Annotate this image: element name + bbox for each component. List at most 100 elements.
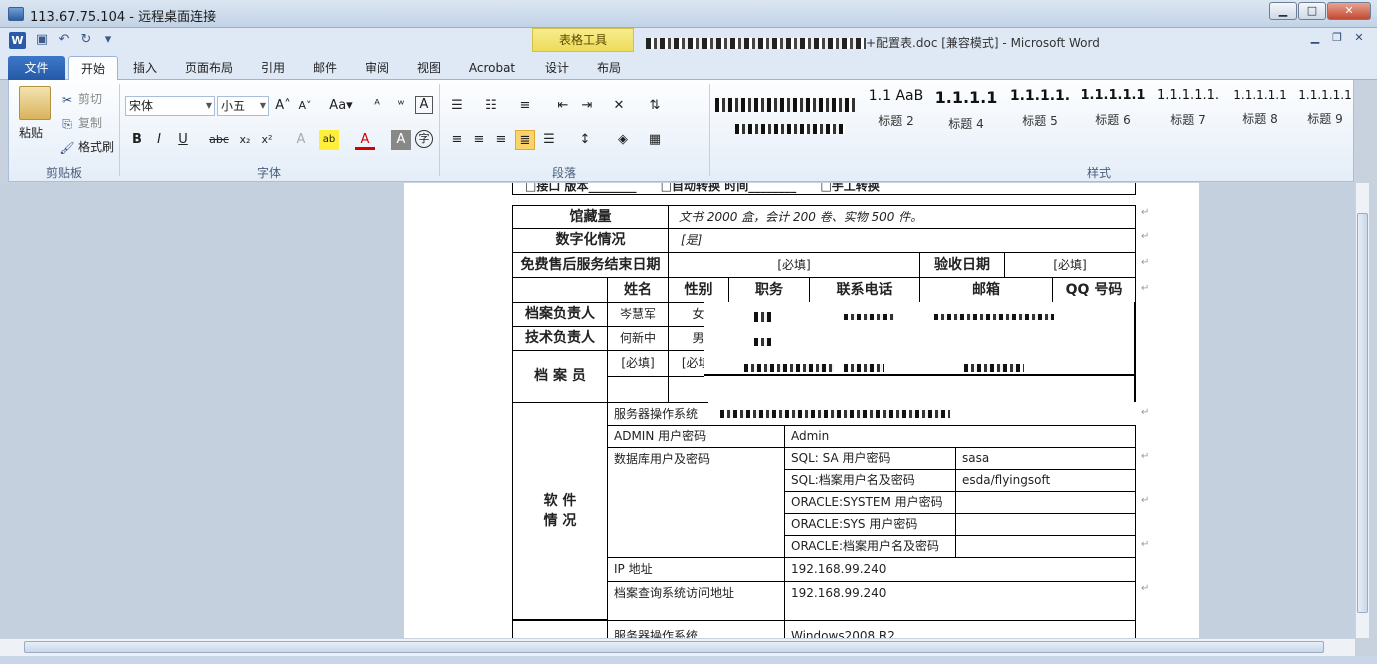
style-heading-7[interactable]: 1.1.1.1.1. 标题 7 (1151, 88, 1225, 128)
aftersales-value[interactable]: [必填] (668, 252, 920, 278)
word-logo-icon[interactable]: W (9, 32, 26, 49)
horizontal-scroll-thumb[interactable] (24, 641, 1324, 653)
font-size-select[interactable]: 小五 ▼ (217, 96, 269, 116)
tab-acrobat[interactable]: Acrobat (462, 56, 522, 80)
os2-value[interactable]: Windows2008 R2 (784, 620, 1136, 638)
style-heading-4[interactable]: 1.1.1.1 标题 4 (933, 88, 999, 132)
shrink-font-icon[interactable]: A˅ (295, 96, 315, 116)
align-left-icon[interactable]: ≡ (447, 130, 467, 150)
text-effects-icon[interactable]: A (291, 130, 311, 150)
acceptance-date-value[interactable]: [必填] (1004, 252, 1136, 278)
copy-icon: ⎘ (62, 116, 72, 131)
ip-value[interactable]: 192.168.99.240 (784, 557, 1136, 582)
clerk-name-2[interactable] (607, 376, 669, 403)
db-value[interactable]: sasa (955, 447, 1136, 470)
clear-format-icon[interactable]: ᴬ (367, 96, 387, 116)
clerk-name[interactable]: [必填] (607, 350, 669, 377)
divider (709, 84, 710, 176)
style-heading-9[interactable]: 1.1.1.1.1 标题 9 (1295, 88, 1355, 127)
save-icon[interactable]: ▣ (34, 32, 50, 48)
horizontal-scrollbar[interactable] (0, 638, 1355, 656)
admin-password-value[interactable]: Admin (784, 425, 1136, 448)
multilevel-list-icon[interactable]: ≡ (515, 96, 535, 116)
word-close-icon[interactable]: ✕ (1349, 30, 1369, 46)
bold-icon[interactable]: B (127, 130, 147, 150)
paste-icon[interactable] (19, 86, 51, 120)
db-value[interactable] (955, 535, 1136, 558)
maximize-button[interactable]: □ (1298, 2, 1326, 20)
tab-page-layout[interactable]: 页面布局 (176, 56, 242, 80)
subscript-icon[interactable]: x₂ (235, 130, 255, 150)
tab-insert[interactable]: 插入 (122, 56, 168, 80)
style-heading-8[interactable]: 1.1.1.1.1 标题 8 (1225, 88, 1295, 127)
increase-indent-icon[interactable]: ⇥ (577, 96, 597, 116)
vertical-scroll-thumb[interactable] (1357, 213, 1368, 613)
style-heading-5[interactable]: 1.1.1.1. 标题 5 (1005, 88, 1075, 129)
document-page[interactable]: □接口 版本________ □自动转换 时间________ □手工转换 馆藏… (404, 183, 1199, 638)
highlight-icon[interactable]: ab (319, 130, 339, 150)
justify-icon[interactable]: ≣ (515, 130, 535, 150)
cut-button[interactable]: ✂ 剪切 (59, 90, 102, 108)
redacted-area (720, 410, 950, 418)
undo-icon[interactable]: ↶ (56, 32, 72, 48)
font-name-select[interactable]: 宋体 ▼ (125, 96, 215, 116)
superscript-icon[interactable]: x² (257, 130, 277, 150)
minimize-button[interactable]: ▁ (1269, 2, 1297, 20)
align-center-icon[interactable]: ≡ (469, 130, 489, 150)
document-canvas: □接口 版本________ □自动转换 时间________ □手工转换 馆藏… (0, 183, 1355, 638)
style-heading-6[interactable]: 1.1.1.1.1 标题 6 (1077, 88, 1149, 128)
tab-layout[interactable]: 布局 (588, 56, 630, 80)
tab-view[interactable]: 视图 (408, 56, 450, 80)
db-value[interactable] (955, 513, 1136, 536)
db-value[interactable]: esda/flyingsoft (955, 469, 1136, 492)
style-preview: 1.1 AaB (868, 88, 924, 104)
tab-file[interactable]: 文件 (8, 56, 65, 80)
style-preview: 1.1.1.1 (934, 88, 998, 107)
header-position: 职务 (728, 277, 810, 303)
digitization-value[interactable]: [是] (668, 228, 1136, 253)
style-heading-2[interactable]: 1.1 AaB 标题 2 (863, 88, 929, 129)
underline-icon[interactable]: U (173, 130, 193, 150)
char-shading-icon[interactable]: A (391, 130, 411, 150)
tab-mailings[interactable]: 邮件 (304, 56, 346, 80)
phonetic-guide-icon[interactable]: ʷ (391, 96, 411, 116)
db-value[interactable] (955, 491, 1136, 514)
shading-icon[interactable]: ◈ (613, 130, 633, 150)
paste-button[interactable]: 粘贴 (19, 124, 43, 141)
italic-icon[interactable]: I (149, 130, 169, 150)
format-painter-button[interactable]: 🖌 格式刷 (59, 138, 114, 156)
borders-icon[interactable]: ▦ (645, 130, 665, 150)
decrease-indent-icon[interactable]: ⇤ (553, 96, 573, 116)
word-restore-icon[interactable]: ❐ (1327, 30, 1347, 46)
grow-font-icon[interactable]: A˄ (273, 96, 293, 116)
change-case-icon[interactable]: Aa▾ (327, 96, 355, 116)
line-spacing-icon[interactable]: ↕ (575, 130, 595, 150)
quick-access-toolbar: ▣ ↶ ↻ ▾ (34, 32, 116, 48)
paragraph-mark: ↵ (1141, 207, 1150, 218)
bullets-icon[interactable]: ☰ (447, 96, 467, 116)
tab-design[interactable]: 设计 (536, 56, 578, 80)
tab-review[interactable]: 审阅 (356, 56, 398, 80)
aftersales-label: 免费售后服务结束日期 (512, 252, 669, 278)
font-color-icon[interactable]: A (355, 130, 375, 150)
close-button[interactable]: ✕ (1327, 2, 1371, 20)
query-address-value[interactable]: 192.168.99.240 (784, 581, 1136, 621)
word-minimize-icon[interactable]: ▁ (1305, 30, 1325, 46)
sort-icon[interactable]: ⇅ (645, 96, 665, 116)
tab-home[interactable]: 开始 (68, 56, 118, 80)
align-right-icon[interactable]: ≡ (491, 130, 511, 150)
tab-references[interactable]: 引用 (252, 56, 294, 80)
copy-button[interactable]: ⎘ 复制 (59, 114, 102, 132)
vertical-scrollbar[interactable] (1355, 183, 1369, 638)
archive-lead-name[interactable]: 岑慧军 (607, 302, 669, 327)
chinese-layout-icon[interactable]: ✕ (609, 96, 629, 116)
distributed-icon[interactable]: ☰ (539, 130, 559, 150)
redo-icon[interactable]: ↻ (78, 32, 94, 48)
enclose-char-icon[interactable]: 字 (415, 130, 433, 148)
strikethrough-icon[interactable]: abc (207, 130, 231, 150)
tech-lead-name[interactable]: 何新中 (607, 326, 669, 351)
qat-dropdown-icon[interactable]: ▾ (100, 32, 116, 48)
collection-value[interactable]: 文书 2000 盒，会计 200 卷、实物 500 件。 (668, 205, 1136, 229)
numbering-icon[interactable]: ☷ (481, 96, 501, 116)
char-border-icon[interactable]: A (415, 96, 433, 114)
